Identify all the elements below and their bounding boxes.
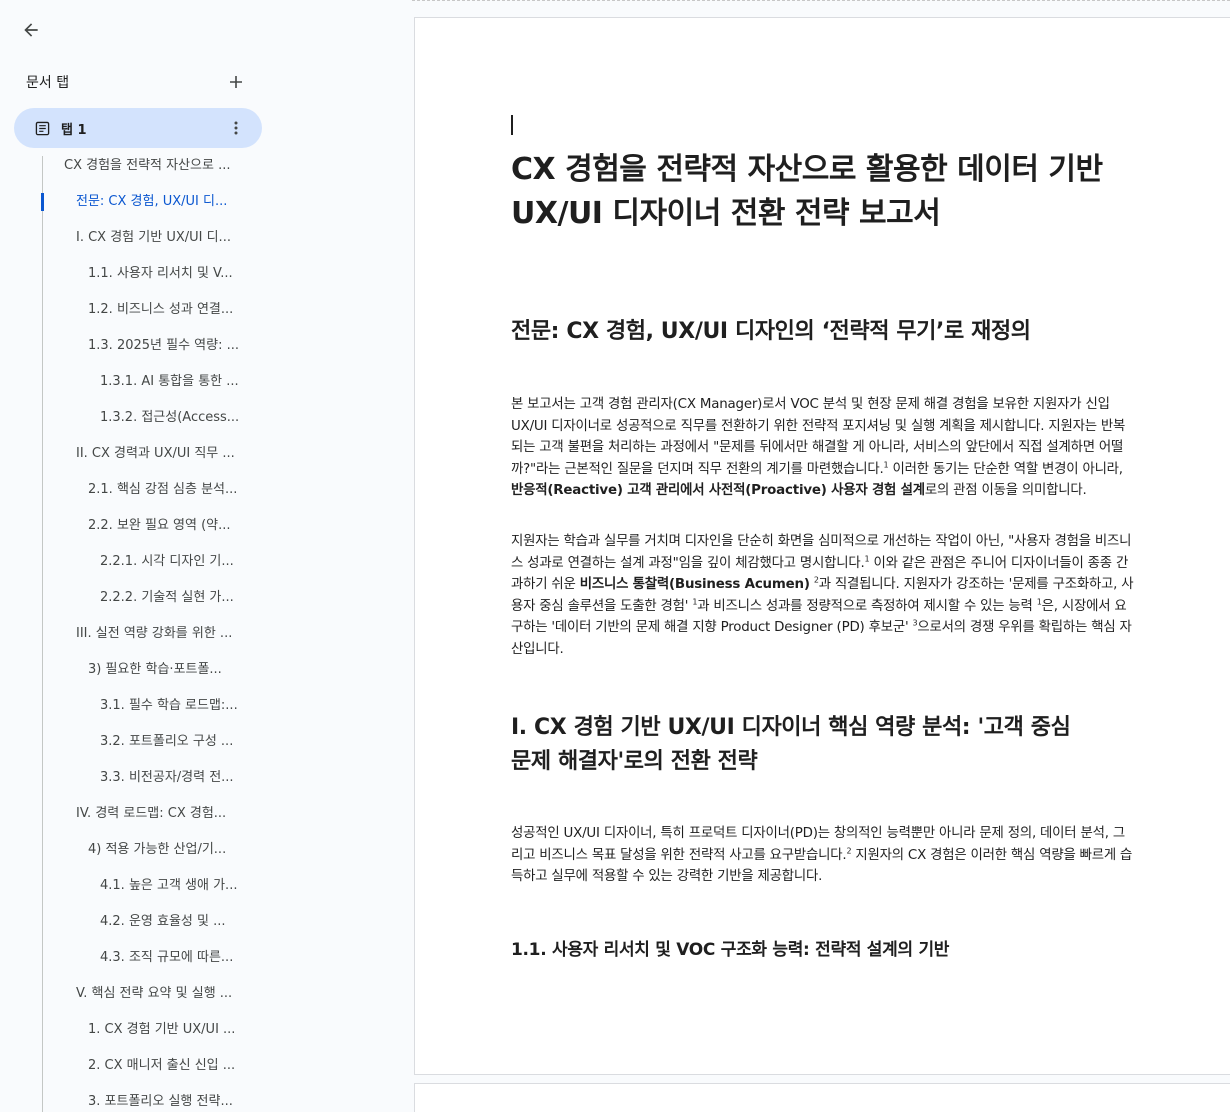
more-vert-icon	[234, 121, 238, 135]
outline-item[interactable]: I. CX 경험 기반 UX/UI 디...	[0, 220, 260, 256]
add-tab-button[interactable]	[224, 70, 248, 94]
outline-item[interactable]: IV. 경력 로드맵: CX 경험...	[0, 796, 260, 832]
outline-item[interactable]: 3.3. 비전공자/경력 전...	[0, 760, 260, 796]
document-title: CX 경험을 전략적 자산으로 활용한 데이터 기반 UX/UI 디자이너 전환…	[511, 148, 1141, 236]
tabs-title: 문서 탭	[26, 75, 70, 91]
document-page[interactable]: CX 경험을 전략적 자산으로 활용한 데이터 기반 UX/UI 디자이너 전환…	[414, 17, 1230, 1075]
page-top-edge	[412, 0, 1230, 3]
p2-bold: 비즈니스 통찰력(Business Acumen)	[579, 577, 810, 592]
outline-item[interactable]: 4.1. 높은 고객 생애 가...	[0, 868, 260, 904]
outline-item[interactable]: 4.2. 운영 효율성 및 ...	[0, 904, 260, 940]
p1-bold: 반응적(Reactive) 고객 관리에서 사전적(Proactive) 사용자…	[511, 483, 925, 498]
document-canvas[interactable]: CX 경험을 전략적 자산으로 활용한 데이터 기반 UX/UI 디자이너 전환…	[412, 0, 1230, 1112]
outline-item[interactable]: 1.3.1. AI 통합을 통한 ...	[0, 364, 260, 400]
outline-item[interactable]: 1.2. 비즈니스 성과 연결...	[0, 292, 260, 328]
paragraph-1: 본 보고서는 고객 경험 관리자(CX Manager)로서 VOC 분석 및 …	[511, 394, 1135, 502]
outline-item[interactable]: III. 실전 역량 강화를 위한 ...	[0, 616, 260, 652]
back-button[interactable]	[14, 14, 48, 46]
outline-item[interactable]: 1.1. 사용자 리서치 및 V...	[0, 256, 260, 292]
outline-item[interactable]: 3. 포트폴리오 실행 전략...	[0, 1084, 260, 1112]
outline-item[interactable]: 4) 적용 가능한 산업/기...	[0, 832, 260, 868]
paragraph-2: 지원자는 학습과 실무를 거치며 디자인을 단순히 화면을 심미적으로 개선하는…	[511, 531, 1135, 660]
outline-item[interactable]: 1. CX 경험 기반 UX/UI ...	[0, 1012, 260, 1048]
outline-item[interactable]: II. CX 경력과 UX/UI 직무 ...	[0, 436, 260, 472]
preface-heading: 전문: CX 경험, UX/UI 디자인의 ‘전략적 무기’로 재정의	[511, 319, 1031, 344]
outline-item[interactable]: 2.1. 핵심 강점 심층 분석...	[0, 472, 260, 508]
tab-label: 탭 1	[61, 122, 87, 138]
document-page-2[interactable]	[414, 1083, 1230, 1112]
outline-item[interactable]: 2.2.2. 기술적 실현 가...	[0, 580, 260, 616]
outline-item[interactable]: CX 경험을 전략적 자산으로 ...	[0, 148, 260, 184]
document-tabs-sidebar: 문서 탭 탭 1 CX 경험을 전략적 자산으로 ... 전문: CX 경험, …	[0, 0, 412, 1112]
outline-item[interactable]: 2.2. 보완 필요 영역 (약...	[0, 508, 260, 544]
title-line-2: UX/UI 디자이너 전환 전략 보고서	[511, 196, 941, 231]
outline-item[interactable]: 4.3. 조직 규모에 따른...	[0, 940, 260, 976]
outline-item[interactable]: 2.2.1. 시각 디자인 기...	[0, 544, 260, 580]
text-cursor	[511, 115, 513, 135]
p2-text-e: 과 비즈니스 성과를 정량적으로 측정하여 제시할 수 있는 능력	[697, 598, 1037, 614]
subsection-1-1-heading: 1.1. 사용자 리서치 및 VOC 구조화 능력: 전략적 설계의 기반	[511, 940, 950, 960]
outline-item[interactable]: 3.1. 필수 학습 로드맵:...	[0, 688, 260, 724]
plus-icon	[230, 76, 242, 88]
outline-item[interactable]: 전문: CX 경험, UX/UI 디...	[0, 184, 260, 220]
outline-item[interactable]: 3) 필요한 학습·포트폴...	[0, 652, 260, 688]
title-line-1: CX 경험을 전략적 자산으로 활용한 데이터 기반	[511, 152, 1103, 187]
section-1-heading: I. CX 경험 기반 UX/UI 디자이너 핵심 역량 분석: '고객 중심 …	[511, 711, 1151, 779]
paragraph-3: 성공적인 UX/UI 디자이너, 특히 프로덕트 디자이너(PD)는 창의적인 …	[511, 823, 1135, 888]
document-icon	[34, 120, 50, 136]
docs-app: 문서 탭 탭 1 CX 경험을 전략적 자산으로 ... 전문: CX 경험, …	[0, 0, 1230, 1112]
tabs-header: 문서 탭	[26, 70, 248, 94]
document-outline: CX 경험을 전략적 자산으로 ... 전문: CX 경험, UX/UI 디...…	[0, 148, 260, 1112]
tab-1[interactable]: 탭 1	[14, 108, 262, 148]
outline-item[interactable]: 1.3.2. 접근성(Access...	[0, 400, 260, 436]
outline-item[interactable]: 2. CX 매니저 출신 신입 ...	[0, 1048, 260, 1084]
outline-item[interactable]: 1.3. 2025년 필수 역량: ...	[0, 328, 260, 364]
outline-item[interactable]: 3.2. 포트폴리오 구성 ...	[0, 724, 260, 760]
p1-text-b: 이러한 동기는 단순한 역할 변경이 아니라,	[888, 461, 1123, 477]
outline-item[interactable]: V. 핵심 전략 요약 및 실행 ...	[0, 976, 260, 1012]
arrow-left-icon	[24, 23, 38, 37]
section-1-heading-line-2: 문제 해결자'로의 전환 전략	[511, 749, 758, 774]
section-1-heading-line-1: I. CX 경험 기반 UX/UI 디자이너 핵심 역량 분석: '고객 중심	[511, 715, 1071, 740]
tab-options-button[interactable]	[226, 118, 246, 138]
p1-text-c: 로의 관점 이동을 의미합니다.	[924, 483, 1087, 498]
